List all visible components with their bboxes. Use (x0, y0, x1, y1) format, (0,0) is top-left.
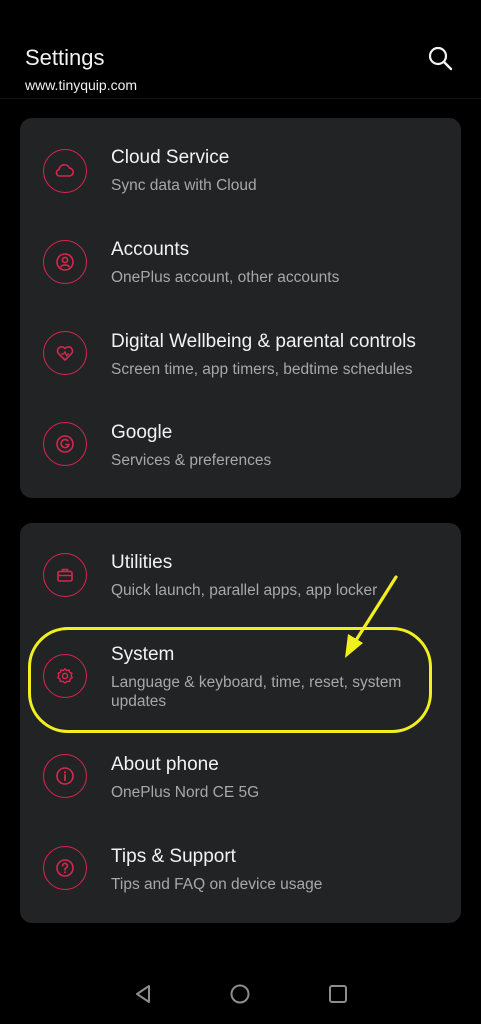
toolbox-icon (43, 553, 87, 597)
setting-subtitle: Language & keyboard, time, reset, system… (111, 674, 402, 710)
help-icon (43, 846, 87, 890)
app-header: Settings www.tinyquip.com (0, 0, 481, 99)
settings-screen: Settings www.tinyquip.com Cloud Service … (0, 0, 481, 1024)
gear-icon (43, 654, 87, 698)
setting-utilities[interactable]: Utilities Quick launch, parallel apps, a… (20, 541, 461, 617)
back-icon (136, 985, 150, 1003)
home-icon (230, 984, 250, 1004)
setting-accounts[interactable]: Accounts OnePlus account, other accounts (20, 228, 461, 304)
setting-subtitle: OnePlus account, other accounts (111, 269, 340, 286)
setting-title: Accounts (111, 239, 190, 260)
info-icon (43, 754, 87, 798)
back-button[interactable] (129, 980, 157, 1008)
google-icon (43, 422, 87, 466)
search-button[interactable] (424, 42, 456, 74)
setting-google[interactable]: Google Services & preferences (20, 412, 461, 488)
recents-button[interactable] (324, 980, 352, 1008)
settings-card-1: Cloud Service Sync data with Cloud Accou… (20, 118, 461, 498)
setting-title: Google (111, 422, 173, 443)
setting-subtitle: Tips and FAQ on device usage (111, 876, 323, 893)
setting-digital-wellbeing[interactable]: Digital Wellbeing & parental controls Sc… (20, 320, 461, 396)
settings-card-2: Utilities Quick launch, parallel apps, a… (20, 523, 461, 923)
setting-title: Cloud Service (111, 147, 230, 168)
page-title: Settings (25, 45, 105, 70)
recents-icon (329, 985, 347, 1003)
setting-subtitle: Sync data with Cloud (111, 177, 257, 194)
system-navigation-bar (0, 960, 481, 1024)
setting-subtitle: OnePlus Nord CE 5G (111, 784, 260, 801)
home-button[interactable] (226, 980, 254, 1008)
setting-subtitle: Quick launch, parallel apps, app locker (111, 582, 378, 599)
setting-about-phone[interactable]: About phone OnePlus Nord CE 5G (20, 743, 461, 819)
setting-subtitle: Services & preferences (111, 452, 272, 469)
setting-title: Digital Wellbeing & parental controls (111, 331, 416, 352)
setting-cloud-service[interactable]: Cloud Service Sync data with Cloud (20, 136, 461, 212)
heart-icon (43, 331, 87, 375)
setting-title: About phone (111, 754, 219, 775)
setting-system[interactable]: System Language & keyboard, time, reset,… (20, 633, 461, 723)
watermark-text: www.tinyquip.com (25, 77, 138, 93)
setting-subtitle: Screen time, app timers, bedtime schedul… (111, 361, 413, 378)
cloud-icon (43, 149, 87, 193)
account-icon (43, 240, 87, 284)
search-icon (428, 46, 453, 71)
setting-title: Tips & Support (111, 846, 236, 867)
setting-title: Utilities (111, 552, 173, 573)
setting-tips-support[interactable]: Tips & Support Tips and FAQ on device us… (20, 835, 461, 911)
setting-title: System (111, 644, 175, 665)
